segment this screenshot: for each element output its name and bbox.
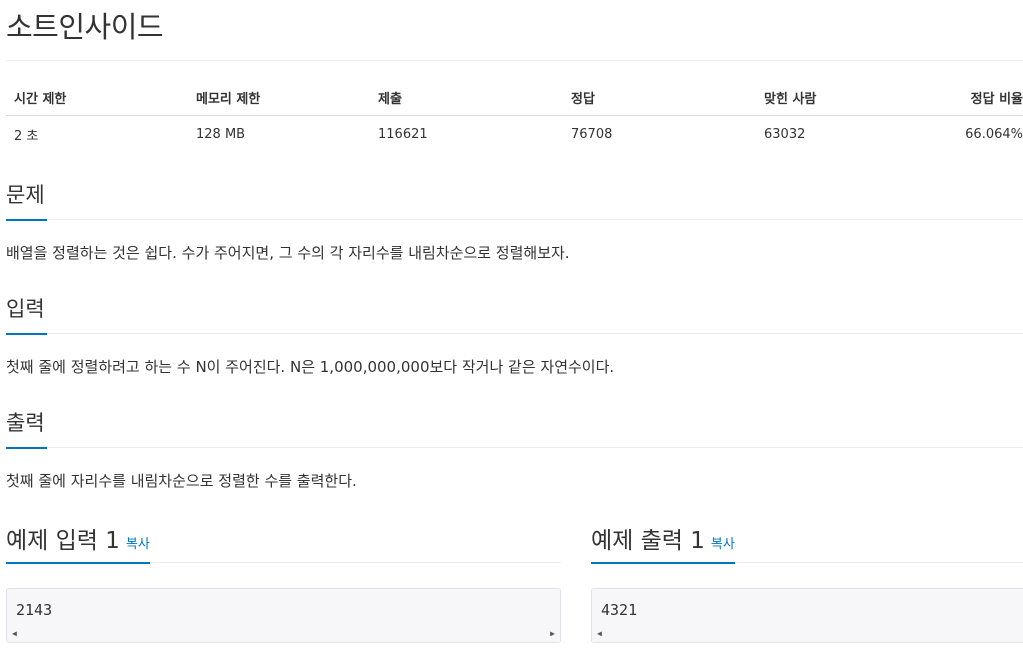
sample-output-header: 예제 출력 1 복사 — [591, 525, 1023, 564]
scroll-left-arrow-icon[interactable]: ◀ — [12, 629, 17, 639]
sample-input-header: 예제 입력 1 복사 — [6, 525, 561, 564]
accepted-value: 76708 — [571, 126, 613, 142]
sample-output-heading-wrap: 예제 출력 1 복사 — [591, 525, 735, 564]
horizontal-scrollbar[interactable]: ◀ ▶ — [7, 626, 560, 642]
input-section: 입력 첫째 줄에 정렬하려고 하는 수 N이 주어진다. N은 1,000,00… — [6, 297, 1023, 377]
page-title: 소트인사이드 — [6, 10, 164, 44]
header-time-limit: 시간 제한 — [6, 80, 188, 116]
section-header: 입력 — [6, 297, 1023, 335]
horizontal-scrollbar[interactable]: ◀ — [592, 626, 1023, 642]
description-heading: 문제 — [6, 183, 47, 221]
sample-input-section: 예제 입력 1 복사 2143 ◀ ▶ — [6, 525, 561, 643]
sample-output-section: 예제 출력 1 복사 4321 ◀ — [591, 525, 1023, 643]
description-section: 문제 배열을 정렬하는 것은 쉽다. 수가 주어지면, 그 수의 각 자리수를 … — [6, 183, 1023, 263]
sample-output-box[interactable]: 4321 ◀ — [591, 588, 1023, 643]
accept-ratio-value: 66.064% — [965, 126, 1023, 142]
sample-input-code: 2143 — [16, 601, 53, 619]
output-text: 첫째 줄에 자리수를 내림차순으로 정렬한 수를 출력한다. — [6, 472, 357, 490]
table-row: 2 초 128 MB 116621 76708 63032 66.064% — [6, 116, 1023, 153]
description-text: 배열을 정렬하는 것은 쉽다. 수가 주어지면, 그 수의 각 자리수를 내림차… — [6, 244, 570, 262]
solved-users-value: 63032 — [764, 126, 806, 142]
copy-sample-input-button[interactable]: 복사 — [126, 537, 150, 552]
header-submissions: 제출 — [370, 80, 563, 116]
section-header: 출력 — [6, 411, 1023, 449]
sample-output-heading: 예제 출력 1 — [591, 528, 705, 554]
memory-limit-value: 128 MB — [196, 126, 246, 142]
output-section: 출력 첫째 줄에 자리수를 내림차순으로 정렬한 수를 출력한다. — [6, 411, 1023, 491]
title-divider — [6, 60, 1023, 61]
sample-input-heading-wrap: 예제 입력 1 복사 — [6, 525, 150, 564]
problem-info-table: 시간 제한 메모리 제한 제출 정답 맞힌 사람 정답 비율 2 초 128 M… — [6, 80, 1023, 152]
scroll-left-arrow-icon[interactable]: ◀ — [597, 629, 602, 639]
time-limit-value: 2 초 — [14, 128, 39, 144]
header-memory-limit: 메모리 제한 — [188, 80, 370, 116]
scroll-right-arrow-icon[interactable]: ▶ — [550, 629, 555, 639]
input-heading: 입력 — [6, 297, 47, 335]
output-heading: 출력 — [6, 411, 47, 449]
table-header-row: 시간 제한 메모리 제한 제출 정답 맞힌 사람 정답 비율 — [6, 80, 1023, 116]
header-accept-ratio: 정답 비율 — [949, 80, 1023, 116]
input-text: 첫째 줄에 정렬하려고 하는 수 N이 주어진다. N은 1,000,000,0… — [6, 358, 615, 376]
section-header: 문제 — [6, 183, 1023, 221]
header-solved-users: 맞힌 사람 — [756, 80, 949, 116]
sample-output-code: 4321 — [601, 601, 638, 619]
sample-input-box[interactable]: 2143 ◀ ▶ — [6, 588, 561, 643]
header-accepted: 정답 — [563, 80, 756, 116]
submissions-value: 116621 — [378, 126, 428, 142]
copy-sample-output-button[interactable]: 복사 — [711, 537, 735, 552]
sample-input-heading: 예제 입력 1 — [6, 528, 120, 554]
